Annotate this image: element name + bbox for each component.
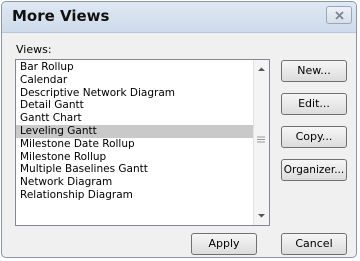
view-list-item[interactable]: Milestone Date Rollup: [16, 138, 254, 151]
chevron-down-icon: [258, 214, 265, 218]
view-list-item[interactable]: Gantt Chart: [16, 112, 254, 125]
view-list-item[interactable]: Milestone Rollup: [16, 151, 254, 164]
edit-button[interactable]: Edit...: [281, 93, 347, 115]
view-list-item[interactable]: Detail Gantt: [16, 99, 254, 112]
views-label: Views:: [16, 43, 52, 56]
title-bar: More Views: [2, 2, 356, 33]
close-button[interactable]: [326, 6, 352, 24]
scroll-thumb[interactable]: [256, 86, 267, 196]
scroll-up-button[interactable]: [254, 62, 269, 77]
view-list-item[interactable]: Calendar: [16, 74, 254, 87]
more-views-dialog: More Views Views: Bar Rollup Calendar Desc…: [1, 1, 357, 258]
copy-button[interactable]: Copy...: [281, 126, 347, 148]
organizer-button[interactable]: Organizer...: [281, 159, 347, 181]
new-button[interactable]: New...: [281, 60, 347, 82]
close-icon: [335, 11, 344, 20]
view-list-item[interactable]: Multiple Baselines Gantt: [16, 163, 254, 176]
view-list-item[interactable]: Relationship Diagram: [16, 189, 254, 202]
views-list: Bar Rollup Calendar Descriptive Network Di…: [16, 61, 254, 202]
scroll-down-button[interactable]: [254, 208, 269, 223]
scroll-grip-icon: [257, 136, 265, 143]
views-listbox[interactable]: Bar Rollup Calendar Descriptive Network Di…: [15, 59, 270, 226]
view-list-item[interactable]: Network Diagram: [16, 176, 254, 189]
view-list-item[interactable]: Bar Rollup: [16, 61, 254, 74]
cancel-button[interactable]: Cancel: [281, 233, 347, 255]
chevron-up-icon: [258, 67, 265, 71]
views-scrollbar[interactable]: [253, 60, 269, 225]
view-list-item[interactable]: Leveling Gantt: [16, 124, 254, 138]
dialog-title: More Views: [12, 7, 110, 25]
apply-button[interactable]: Apply: [191, 233, 257, 255]
view-list-item[interactable]: Descriptive Network Diagram: [16, 87, 254, 100]
